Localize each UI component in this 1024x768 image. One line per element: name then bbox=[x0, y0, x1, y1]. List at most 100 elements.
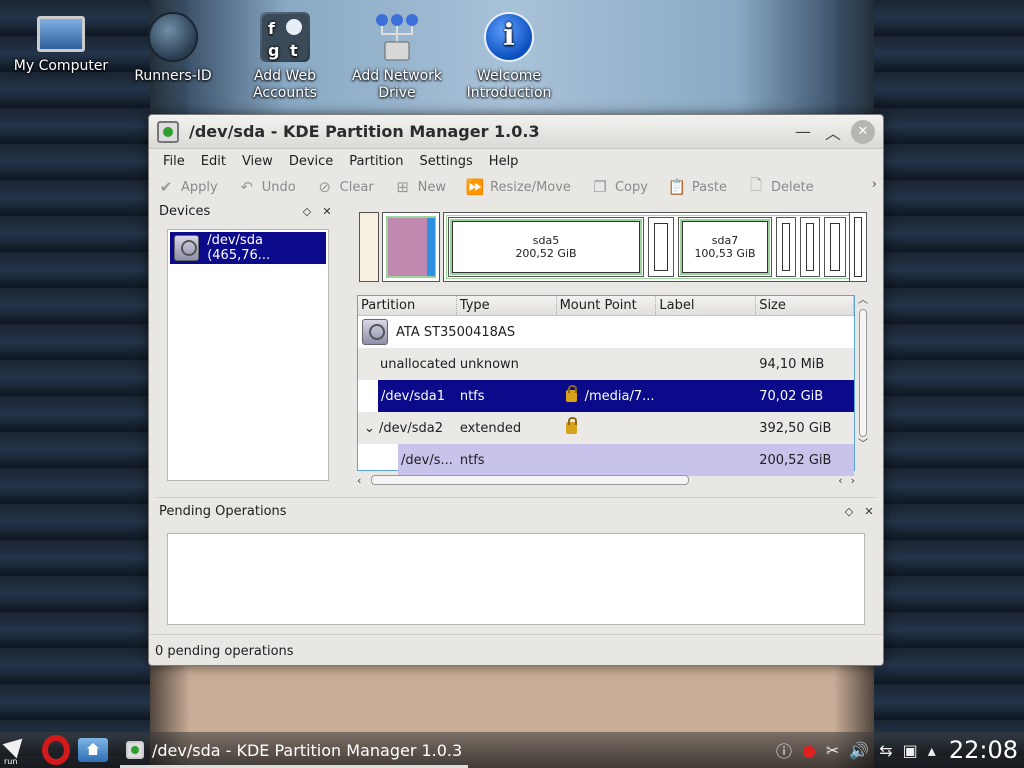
resize-arrow-icon: ⏩ bbox=[465, 178, 485, 196]
scissors-icon[interactable]: ✂ bbox=[826, 741, 839, 760]
table-row[interactable]: /dev/s... ntfs 200,52 GiB bbox=[398, 444, 854, 476]
desktop-icon-label: Welcome Introduction bbox=[466, 68, 552, 101]
desktop-icon-add-network-drive[interactable]: Add Network Drive bbox=[342, 10, 452, 102]
paste-icon: 📋 bbox=[667, 178, 687, 196]
undo-button[interactable]: ↶ Undo bbox=[238, 178, 295, 196]
graph-block-sda5[interactable]: sda5 200,52 GiB bbox=[448, 217, 644, 277]
scroll-down-icon[interactable]: ﹀ bbox=[857, 439, 869, 451]
pending-panel-header: Pending Operations ◇ ✕ bbox=[155, 501, 877, 521]
status-bar: 0 pending operations bbox=[155, 644, 294, 659]
table-vertical-scrollbar[interactable]: ︿ ﹀ bbox=[857, 295, 869, 471]
device-item-sda[interactable]: /dev/sda (465,76... bbox=[170, 232, 326, 264]
close-button[interactable]: ✕ bbox=[851, 119, 875, 144]
column-partition[interactable]: Partition bbox=[358, 296, 457, 315]
taskbar-task-partition-manager[interactable]: /dev/sda - KDE Partition Manager 1.0.3 bbox=[120, 732, 469, 768]
delete-button[interactable]: 🗋 Delete bbox=[747, 175, 814, 196]
home-folder-icon[interactable] bbox=[78, 738, 108, 762]
info-tray-icon[interactable]: ⓘ bbox=[776, 738, 792, 762]
launcher-arrow-icon bbox=[2, 731, 30, 759]
copy-button[interactable]: ❐ Copy bbox=[591, 178, 648, 196]
table-horizontal-scrollbar[interactable]: ‹ ‹ › bbox=[357, 473, 855, 487]
window-titlebar[interactable]: /dev/sda - KDE Partition Manager 1.0.3 —… bbox=[149, 115, 883, 149]
desktop-icon-my-computer[interactable]: My Computer bbox=[6, 10, 116, 75]
desktop-icon-welcome-introduction[interactable]: i Welcome Introduction bbox=[454, 10, 564, 102]
system-tray: ⓘ ● ✂ 🔊 ⇆ ▣ ▴ 22:08 bbox=[771, 732, 1024, 768]
pending-operations-list bbox=[167, 533, 865, 625]
expander-icon[interactable]: ⌄ bbox=[364, 421, 375, 436]
usb-icon[interactable]: ⇆ bbox=[879, 741, 892, 760]
new-document-icon: ⊞ bbox=[396, 178, 409, 196]
desktop-icon-label: Add Web Accounts bbox=[253, 68, 317, 101]
float-panel-icon[interactable]: ◇ bbox=[299, 205, 315, 218]
check-icon: ✔ bbox=[159, 178, 173, 196]
graph-block-unallocated[interactable] bbox=[359, 212, 379, 282]
hard-disk-icon bbox=[174, 235, 200, 261]
graph-block-sda6[interactable] bbox=[648, 217, 674, 277]
table-row[interactable]: ⌄ /dev/sda2 extended 392,50 GiB bbox=[358, 412, 854, 444]
column-mount-point[interactable]: Mount Point bbox=[557, 296, 657, 315]
scroll-up-icon[interactable]: ︿ bbox=[857, 295, 869, 307]
float-panel-icon[interactable]: ◇ bbox=[841, 505, 857, 518]
volume-icon[interactable]: 🔊 bbox=[849, 741, 869, 760]
opera-browser-icon[interactable] bbox=[42, 735, 70, 765]
delete-icon: 🗋 bbox=[749, 175, 763, 194]
resize-move-button[interactable]: ⏩ Resize/Move bbox=[466, 178, 571, 196]
partition-manager-icon bbox=[157, 120, 179, 143]
run-launcher-button[interactable]: run bbox=[2, 731, 34, 766]
computer-icon bbox=[37, 16, 85, 52]
menu-settings[interactable]: Settings bbox=[419, 154, 472, 169]
device-list: /dev/sda (465,76... bbox=[167, 229, 329, 481]
devices-panel-header: Devices ◇ ✕ bbox=[155, 201, 335, 221]
menu-edit[interactable]: Edit bbox=[201, 154, 226, 169]
table-row[interactable]: unallocated unknown 94,10 MiB bbox=[358, 348, 854, 380]
web-accounts-icon: fgt bbox=[260, 12, 310, 62]
opera-tray-icon[interactable]: ● bbox=[802, 741, 816, 760]
disk-name: ATA ST3500418AS bbox=[396, 324, 516, 340]
tray-expand-icon[interactable]: ▴ bbox=[928, 741, 936, 760]
menu-view[interactable]: View bbox=[242, 154, 273, 169]
hard-disk-icon bbox=[362, 319, 388, 345]
toolbar-overflow-button[interactable]: › bbox=[872, 177, 877, 192]
scroll-right-icon[interactable]: › bbox=[851, 474, 855, 487]
minimize-button[interactable]: — bbox=[791, 120, 815, 144]
clock[interactable]: 22:08 bbox=[949, 736, 1018, 764]
graph-block-sda7[interactable]: sda7 100,53 GiB bbox=[678, 217, 772, 277]
close-panel-icon[interactable]: ✕ bbox=[319, 205, 335, 218]
desktop-icon-runners-id[interactable]: Runners-ID bbox=[118, 10, 228, 85]
graph-block-sda10[interactable] bbox=[824, 217, 846, 277]
menu-device[interactable]: Device bbox=[289, 154, 333, 169]
new-button[interactable]: ⊞ New bbox=[394, 178, 446, 196]
scroll-left-icon[interactable]: ‹ bbox=[838, 474, 842, 487]
scrollbar-thumb[interactable] bbox=[859, 309, 867, 437]
menu-help[interactable]: Help bbox=[489, 154, 519, 169]
graph-block-extended[interactable]: sda5 200,52 GiB sda7 100,53 GiB bbox=[443, 212, 855, 282]
column-size[interactable]: Size bbox=[756, 296, 854, 315]
close-panel-icon[interactable]: ✕ bbox=[861, 505, 877, 518]
scroll-left-icon[interactable]: ‹ bbox=[357, 474, 361, 487]
paste-button[interactable]: 📋 Paste bbox=[668, 178, 727, 196]
menubar: File Edit View Device Partition Settings… bbox=[149, 149, 883, 173]
table-row-disk[interactable]: ATA ST3500418AS bbox=[358, 316, 854, 348]
divider bbox=[155, 497, 877, 498]
graph-block-sda1[interactable] bbox=[382, 212, 440, 282]
graph-block-sda3[interactable] bbox=[849, 212, 867, 282]
network-icon[interactable]: ▣ bbox=[903, 741, 918, 760]
column-type[interactable]: Type bbox=[457, 296, 557, 315]
graph-block-sda8[interactable] bbox=[776, 217, 796, 277]
graph-block-sda9[interactable] bbox=[800, 217, 820, 277]
apply-button[interactable]: ✔ Apply bbox=[157, 178, 218, 196]
maximize-button[interactable]: ︿ bbox=[821, 120, 845, 144]
menu-file[interactable]: File bbox=[163, 154, 185, 169]
copy-icon: ❐ bbox=[593, 178, 607, 196]
desktop-icon-label: Runners-ID bbox=[134, 68, 212, 84]
partition-manager-window: /dev/sda - KDE Partition Manager 1.0.3 —… bbox=[148, 114, 884, 666]
table-row-selected[interactable]: /dev/sda1 ntfs /media/7... 70,02 GiB bbox=[378, 380, 854, 412]
menu-partition[interactable]: Partition bbox=[349, 154, 403, 169]
toolbar: ✔ Apply ↶ Undo ⊘ Clear ⊞ New ⏩ Resize/Move ❐ C… bbox=[149, 173, 883, 201]
scrollbar-thumb[interactable] bbox=[371, 475, 690, 485]
desktop-icon-add-web-accounts[interactable]: fgt Add Web Accounts bbox=[230, 10, 340, 102]
undo-icon: ↶ bbox=[240, 178, 253, 196]
clear-button[interactable]: ⊘ Clear bbox=[316, 178, 373, 196]
devices-heading: Devices bbox=[159, 203, 211, 219]
column-label[interactable]: Label bbox=[656, 296, 757, 315]
